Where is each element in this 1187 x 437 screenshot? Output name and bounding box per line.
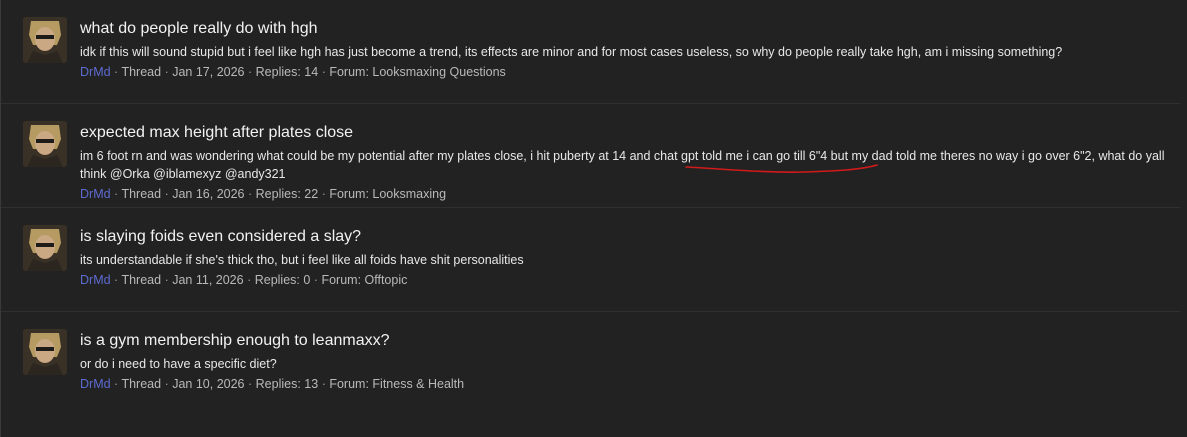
forum-link[interactable]: Forum: Looksmaxing [329,187,446,201]
reply-count: Replies: 0 [254,273,311,287]
separator: · [114,377,119,391]
separator: · [164,65,169,79]
separator: · [114,187,119,201]
reply-count: Replies: 22 [255,187,319,201]
reply-count: Replies: 13 [255,377,319,391]
username-link[interactable]: DrMd [80,377,111,391]
content-type: Thread [121,187,162,201]
separator: · [248,65,253,79]
forum-link[interactable]: Forum: Fitness & Health [329,377,464,391]
separator: · [114,273,119,287]
avatar[interactable] [23,225,67,271]
separator: · [164,187,169,201]
reply-count: Replies: 14 [255,65,319,79]
search-result-item: is slaying foids even considered a slay?… [1,208,1180,312]
separator: · [114,65,119,79]
avatar-image-icon [23,17,67,63]
post-date: Jan 11, 2026 [172,273,244,287]
separator: · [164,273,169,287]
separator: · [321,65,326,79]
thread-meta: DrMd · Thread · Jan 10, 2026 · Replies: … [80,375,1170,393]
forum-link[interactable]: Forum: Looksmaxing Questions [329,65,505,79]
thread-title-link[interactable]: what do people really do with hgh [80,18,1170,39]
thread-meta: DrMd · Thread · Jan 11, 2026 · Replies: … [80,271,1170,289]
content-type: Thread [121,377,162,391]
forum-link[interactable]: Forum: Offtopic [321,273,407,287]
avatar-image-icon [23,121,67,167]
post-date: Jan 17, 2026 [172,65,245,79]
separator: · [248,377,253,391]
post-date: Jan 10, 2026 [172,377,245,391]
separator: · [313,273,318,287]
search-results-list: what do people really do with hgh idk if… [0,0,1187,437]
separator: · [247,273,252,287]
thread-snippet: im 6 foot rn and was wondering what coul… [80,149,1165,181]
thread-title-link[interactable]: is a gym membership enough to leanmaxx? [80,330,1170,351]
post-date: Jan 16, 2026 [172,187,245,201]
username-link[interactable]: DrMd [80,65,111,79]
separator: · [321,377,326,391]
avatar[interactable] [23,17,67,63]
thread-meta: DrMd · Thread · Jan 16, 2026 · Replies: … [80,185,1170,203]
username-link[interactable]: DrMd [80,273,111,287]
separator: · [164,377,169,391]
avatar[interactable] [23,329,67,375]
thread-title-link[interactable]: is slaying foids even considered a slay? [80,226,1170,247]
separator: · [321,187,326,201]
thread-snippet: idk if this will sound stupid but i feel… [80,45,1063,59]
avatar[interactable] [23,121,67,167]
content-type: Thread [121,273,162,287]
search-result-item: expected max height after plates close i… [1,104,1180,208]
content-type: Thread [121,65,162,79]
username-link[interactable]: DrMd [80,187,111,201]
search-result-item: is a gym membership enough to leanmaxx? … [1,312,1180,416]
avatar-image-icon [23,329,67,375]
avatar-image-icon [23,225,67,271]
thread-snippet: or do i need to have a specific diet? [80,357,277,371]
thread-title-link[interactable]: expected max height after plates close [80,122,1170,143]
thread-snippet: its understandable if she's thick tho, b… [80,253,524,267]
separator: · [248,187,253,201]
search-result-item: what do people really do with hgh idk if… [1,0,1180,104]
thread-meta: DrMd · Thread · Jan 17, 2026 · Replies: … [80,63,1170,81]
